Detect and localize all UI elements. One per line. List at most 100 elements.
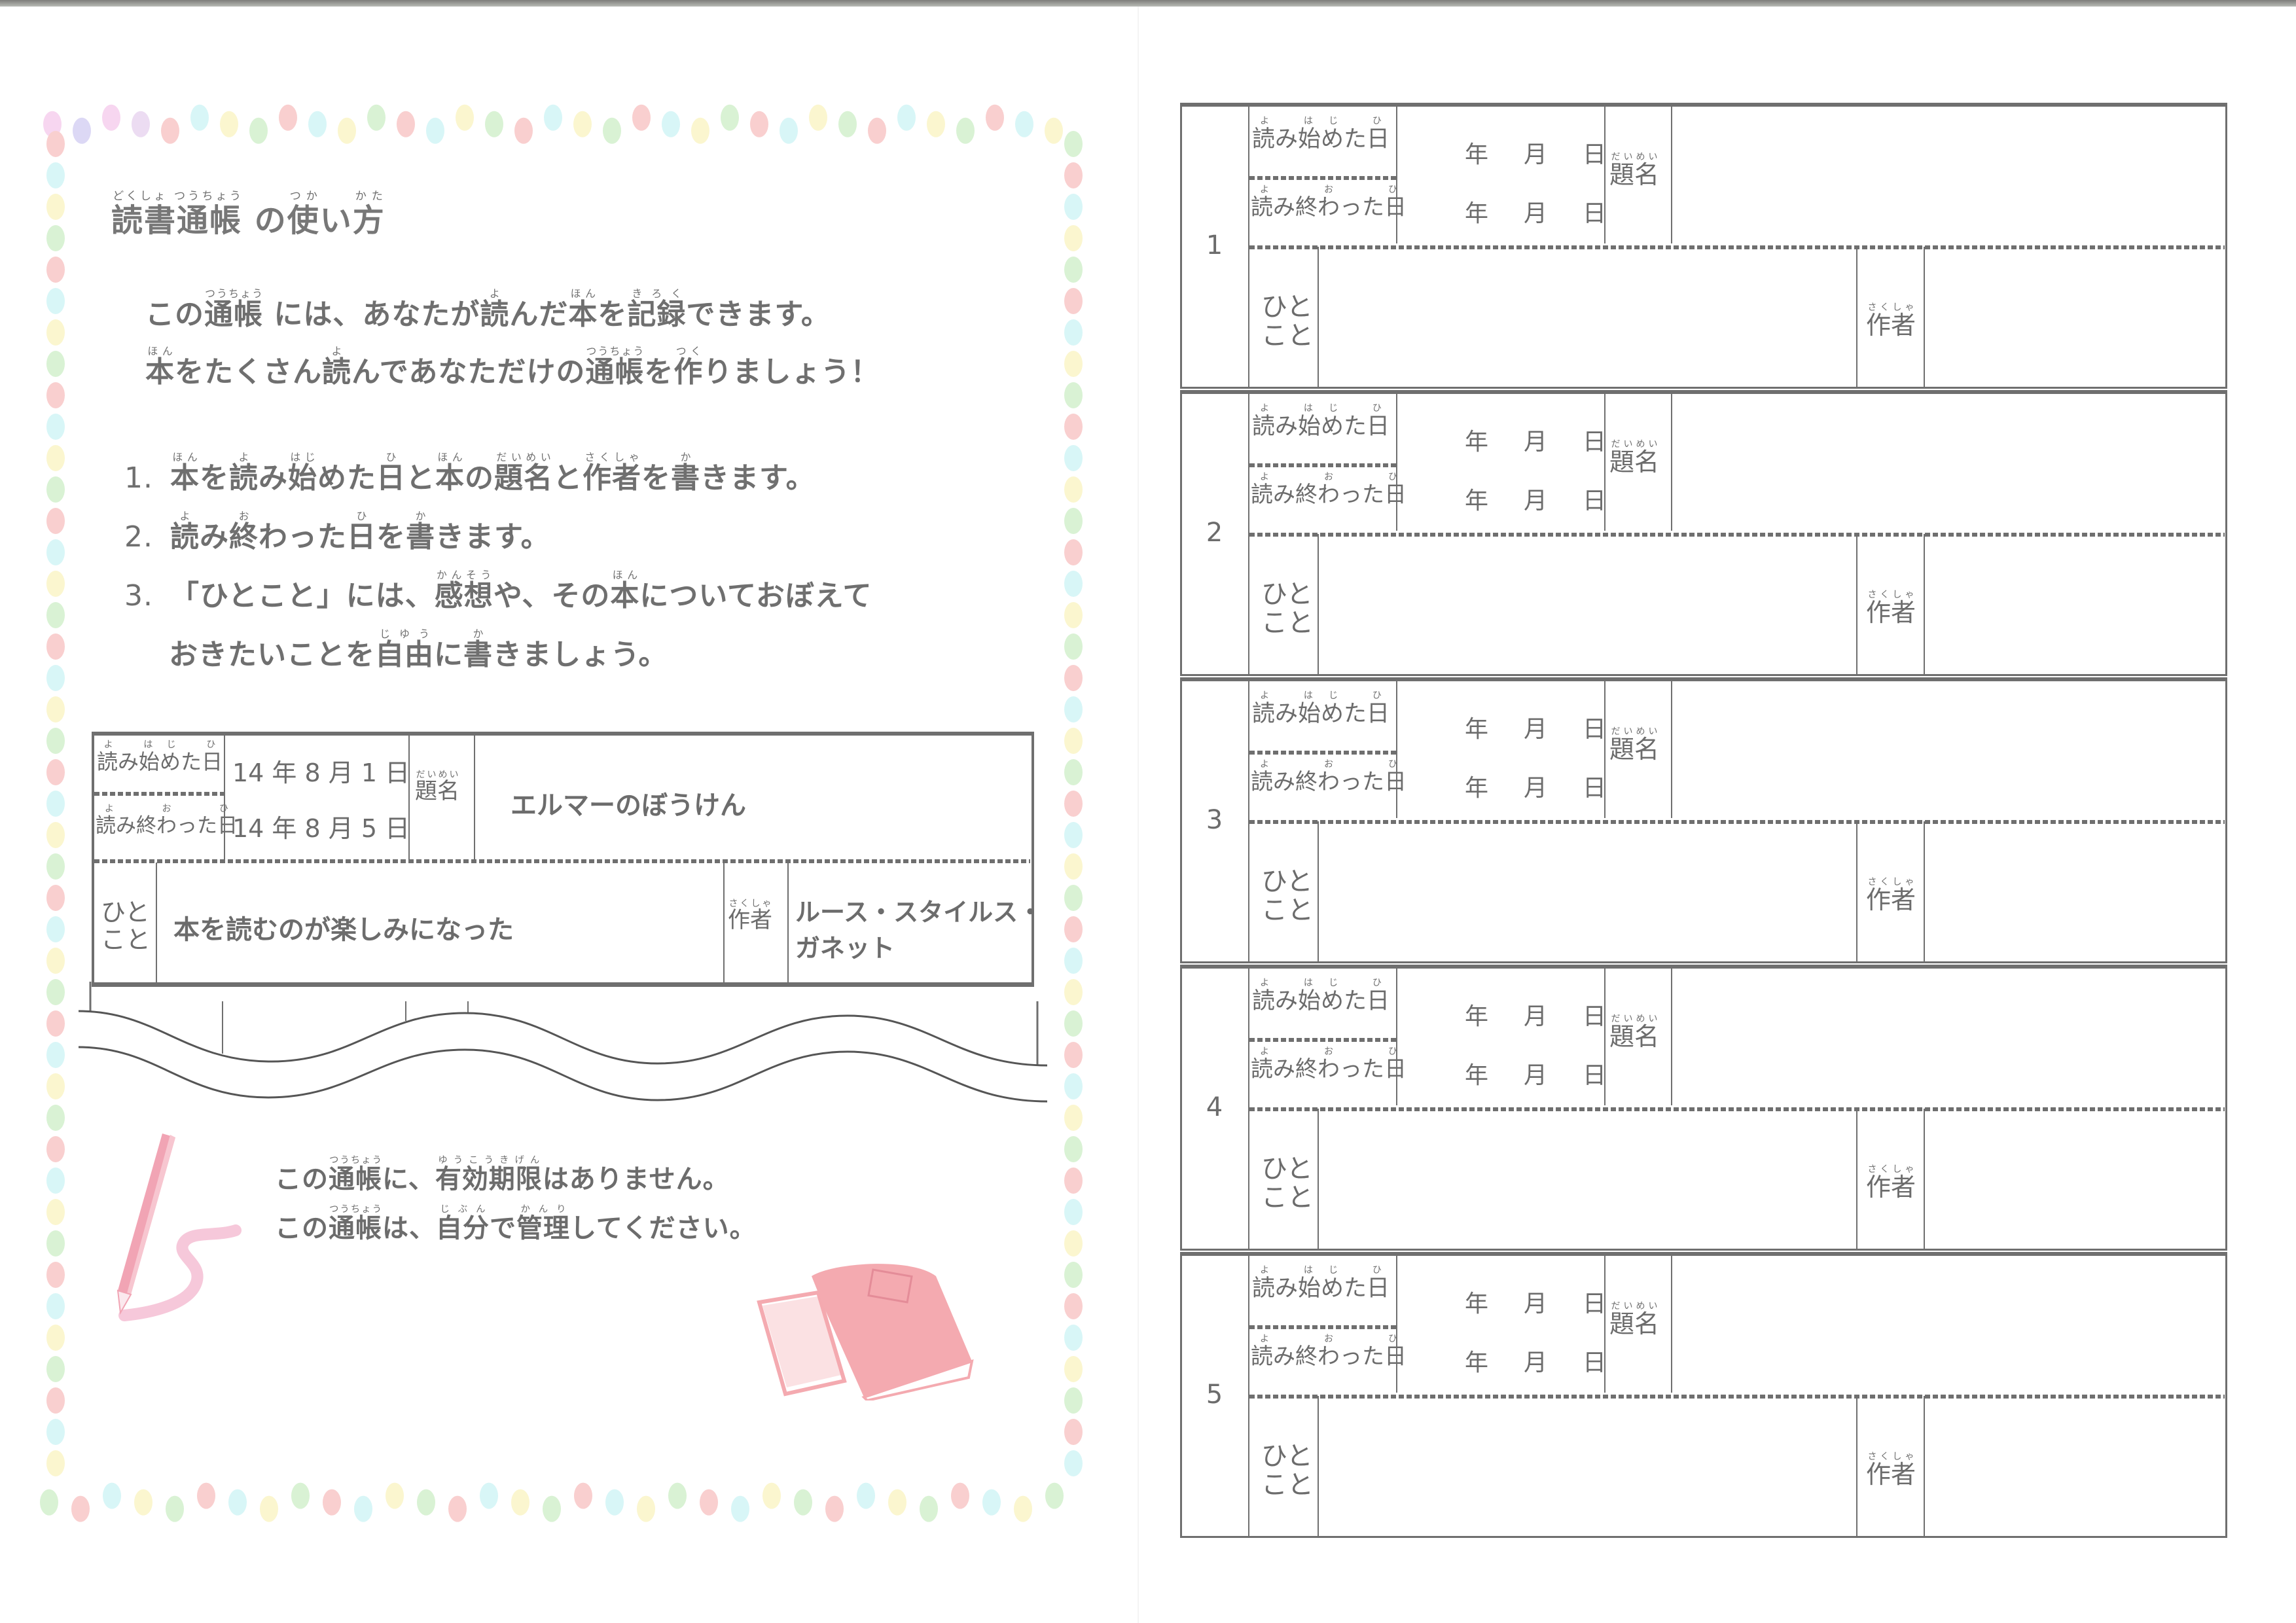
comment-label: ひと こと bbox=[101, 899, 151, 954]
start-date-label: 読み始めた日よ はじ ひ bbox=[1252, 403, 1390, 440]
record-block-3: 3 読み始めた日よ はじ ひ 読み終わった日よ お ひ 年 月 日 年 月 日 … bbox=[1180, 677, 2227, 963]
border-dot bbox=[480, 1482, 498, 1509]
comment-label-line2: こと bbox=[1261, 1470, 1314, 1500]
border-dot bbox=[1064, 539, 1083, 565]
divider bbox=[1396, 103, 1397, 243]
border-dot bbox=[46, 1419, 65, 1445]
border-dot bbox=[291, 1482, 310, 1509]
border-dot bbox=[1064, 194, 1083, 220]
border-dot bbox=[857, 1482, 875, 1509]
divider bbox=[1671, 965, 1672, 1105]
border-dot bbox=[1064, 696, 1083, 722]
border-dot bbox=[662, 111, 680, 137]
start-month-label: 月 bbox=[1524, 429, 1548, 455]
ruby-text: 読よ bbox=[229, 451, 259, 495]
ruby-text: 感想かんそう bbox=[434, 569, 493, 613]
border-dot bbox=[1064, 382, 1083, 408]
border-dot bbox=[46, 319, 65, 346]
comment-label-line2: こと bbox=[1261, 895, 1314, 925]
start-day-label: 日 bbox=[1583, 1291, 1607, 1317]
border-dot bbox=[46, 257, 65, 283]
ruby-text: 自分じぶん bbox=[436, 1204, 490, 1243]
border-dot bbox=[46, 445, 65, 471]
end-date-label: 読み終わった日よ お ひ bbox=[1251, 1046, 1407, 1082]
comment-label-line1: ひと bbox=[1261, 292, 1313, 322]
border-dot bbox=[1064, 445, 1083, 471]
border-dot bbox=[982, 1489, 1001, 1516]
border-dot bbox=[103, 1482, 121, 1509]
dashed-divider bbox=[1249, 176, 1396, 180]
divider bbox=[1396, 1252, 1397, 1393]
border-dot bbox=[46, 288, 65, 314]
border-dot bbox=[1045, 1482, 1064, 1509]
border-dot bbox=[323, 1489, 341, 1516]
border-dot bbox=[220, 111, 238, 137]
title-label: 題名だいめい bbox=[1609, 1301, 1660, 1338]
ruby-text: 作者さくしゃ bbox=[583, 451, 641, 495]
border-dot bbox=[46, 131, 65, 157]
border-dot bbox=[1064, 257, 1083, 283]
border-dot bbox=[46, 853, 65, 880]
border-dot bbox=[951, 1482, 969, 1509]
border-dot bbox=[1064, 916, 1083, 942]
start-month-label: 月 bbox=[1524, 716, 1548, 743]
dashed-divider bbox=[1249, 1395, 2225, 1399]
border-dot bbox=[46, 194, 65, 220]
divider bbox=[1318, 821, 1319, 963]
divider bbox=[1924, 1109, 1925, 1251]
border-dot bbox=[456, 104, 474, 131]
border-dot bbox=[46, 1168, 65, 1194]
ruby-text: 日ひ bbox=[347, 510, 376, 554]
dashed-divider bbox=[1249, 1038, 1396, 1042]
border-dot bbox=[809, 104, 827, 131]
ruby-text: 有効期限ゆうこうきげん bbox=[435, 1155, 543, 1194]
ruby-text: 作つく bbox=[673, 345, 704, 389]
title-label: 題名だいめい bbox=[415, 770, 459, 804]
end-day-label: 日 bbox=[1583, 200, 1607, 227]
border-dot bbox=[249, 117, 268, 144]
border-dot bbox=[897, 104, 916, 131]
border-dot bbox=[1064, 225, 1083, 251]
border-dot bbox=[386, 1482, 404, 1509]
border-dot bbox=[838, 111, 857, 137]
divider bbox=[1671, 390, 1672, 531]
border-dot bbox=[46, 885, 65, 911]
instruction-step-1: 1. 本ほんを読よみ始はじめた日ひと本ほんの題名だいめいと作者さくしゃを書かきます… bbox=[124, 451, 816, 496]
border-dot bbox=[46, 1356, 65, 1382]
border-dot bbox=[46, 225, 65, 251]
border-dot bbox=[1064, 1450, 1083, 1476]
border-dot bbox=[1064, 288, 1083, 314]
example-record: 読み始めた日よ はじ ひ 読み終わった日よ お ひ 14 年 8 月 1 日 1… bbox=[92, 732, 1043, 987]
border-dot bbox=[1064, 885, 1083, 911]
border-dot bbox=[426, 117, 444, 144]
border-dot bbox=[637, 1495, 655, 1522]
divider bbox=[1318, 1396, 1319, 1538]
border-dot bbox=[190, 104, 209, 131]
border-dot bbox=[46, 539, 65, 565]
border-dot bbox=[544, 104, 562, 131]
author-label: 作者さくしゃ bbox=[728, 899, 772, 933]
end-year-label: 年 bbox=[1465, 200, 1489, 227]
divider bbox=[1856, 821, 1857, 963]
title-label: 題名だいめい bbox=[1609, 726, 1660, 764]
border-dot bbox=[1064, 1419, 1083, 1445]
end-month-label: 月 bbox=[1524, 1062, 1548, 1089]
dashed-divider bbox=[1249, 533, 2225, 537]
ruby-text: 本ほん bbox=[435, 451, 465, 495]
author-label: 作者さくしゃ bbox=[1866, 1452, 1916, 1489]
border-dot bbox=[46, 1136, 65, 1162]
comment-label-line2: こと bbox=[1261, 608, 1314, 638]
end-date-label: 読み終わった日よ お ひ bbox=[1251, 472, 1407, 508]
author-label: 作者さくしゃ bbox=[1866, 302, 1916, 340]
border-dot bbox=[132, 111, 150, 137]
border-dot bbox=[46, 1010, 65, 1037]
border-dot bbox=[46, 696, 65, 722]
dashed-divider bbox=[1249, 820, 2225, 824]
border-dot bbox=[1064, 351, 1083, 377]
border-dot bbox=[228, 1489, 247, 1516]
border-dot bbox=[1064, 162, 1083, 188]
divider bbox=[1856, 1109, 1857, 1251]
comment-label: ひと こと bbox=[1261, 867, 1314, 925]
border-dot bbox=[46, 1450, 65, 1476]
instruction-step-2: 2. 読よみ終おわった日ひを書かきます。 bbox=[124, 510, 550, 555]
